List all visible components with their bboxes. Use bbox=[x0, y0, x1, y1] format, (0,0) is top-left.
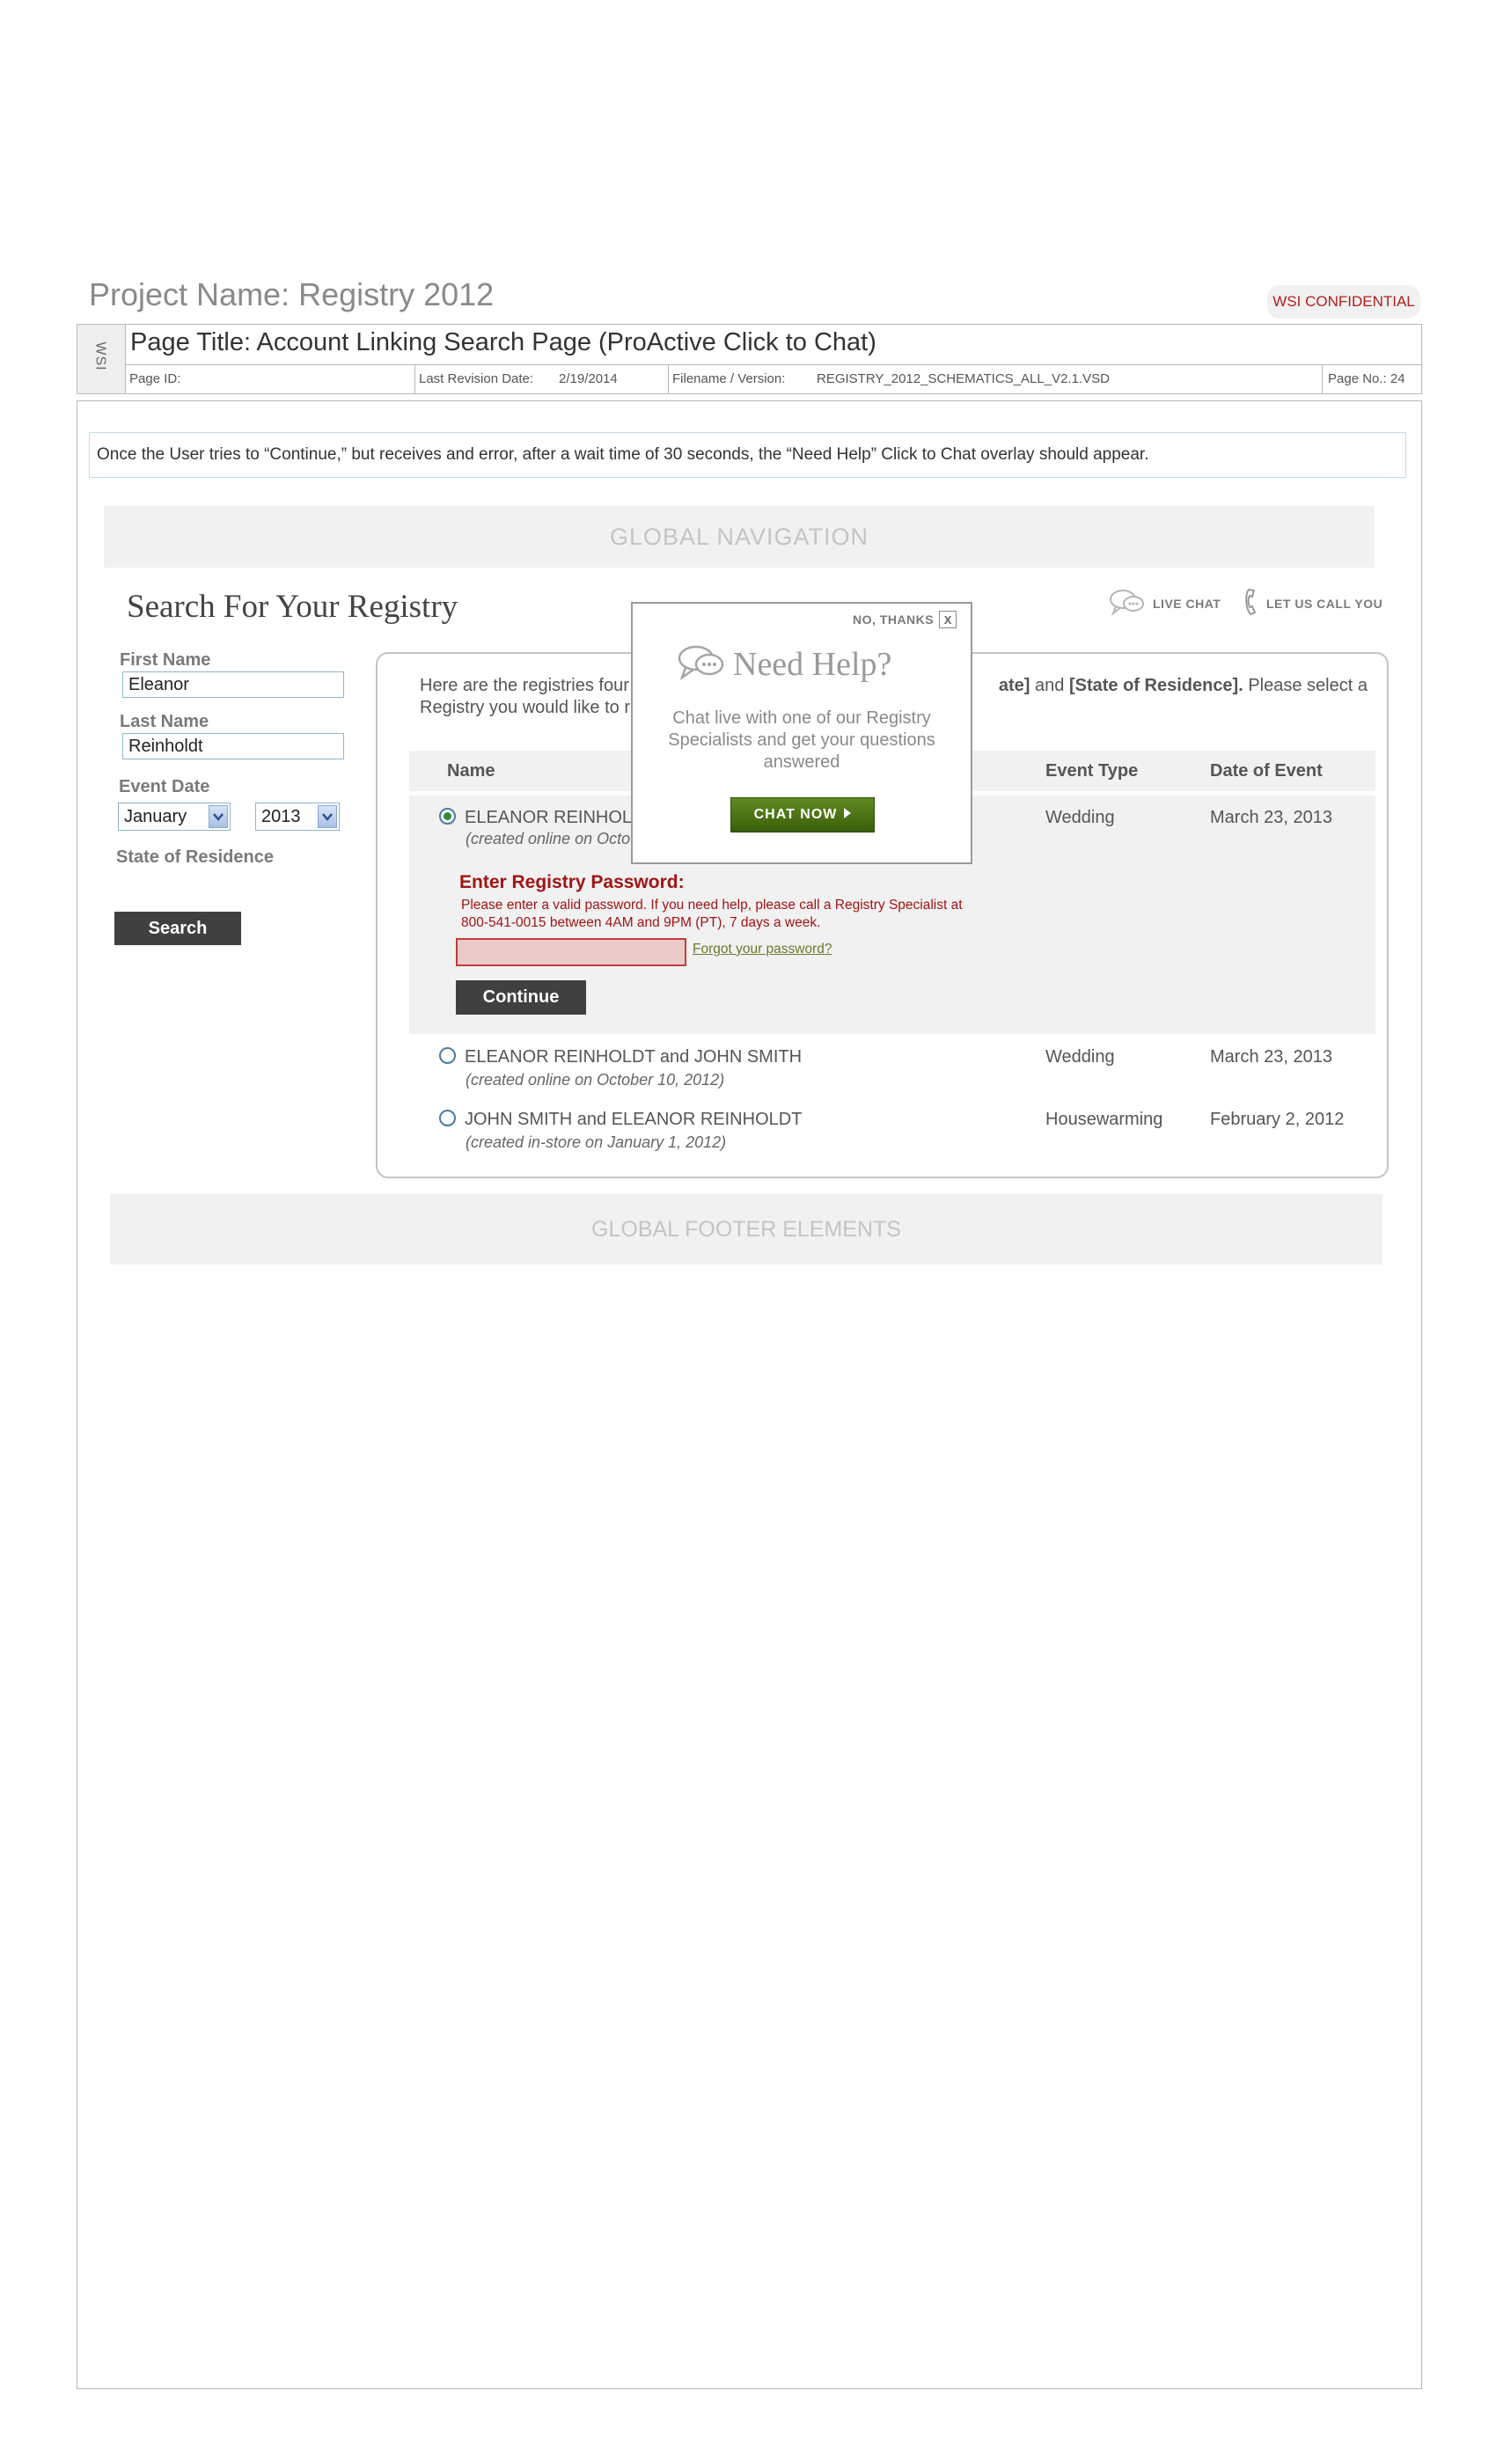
live-chat-link[interactable]: LIVE CHAT bbox=[1109, 588, 1221, 620]
event-date-3: February 2, 2012 bbox=[1210, 1110, 1345, 1129]
meta-divider bbox=[1322, 365, 1323, 393]
chevron-down-icon[interactable] bbox=[209, 805, 228, 828]
wsi-label: WSI bbox=[92, 341, 108, 371]
play-arrow-icon bbox=[844, 807, 852, 823]
intro-end: Please select a bbox=[1243, 676, 1368, 695]
column-name: Name bbox=[447, 761, 495, 781]
need-help-heading: Need Help? bbox=[677, 642, 891, 686]
registry-name-3: JOHN SMITH and ELEANOR REINHOLDT bbox=[465, 1110, 803, 1129]
event-type-1: Wedding bbox=[1045, 808, 1115, 827]
registry-sub-1: (created online on Octo bbox=[466, 830, 631, 847]
month-select[interactable]: January bbox=[118, 803, 231, 831]
filename-label: Filename / Version: bbox=[672, 371, 786, 386]
chat-bubble-icon bbox=[1109, 587, 1148, 621]
last-name-label: Last Name bbox=[120, 712, 209, 731]
first-name-label: First Name bbox=[120, 650, 211, 670]
page-title: Page Title: Account Linking Search Page … bbox=[130, 328, 876, 356]
intro-line-2: Registry you would like to r bbox=[420, 698, 630, 717]
chevron-down-icon[interactable] bbox=[318, 805, 337, 828]
phone-icon bbox=[1243, 587, 1261, 621]
event-type-3: Housewarming bbox=[1045, 1110, 1163, 1129]
last-name-input[interactable]: Reinholdt bbox=[122, 733, 344, 759]
call-you-label: LET US CALL YOU bbox=[1266, 597, 1383, 611]
close-icon[interactable]: X bbox=[939, 611, 957, 628]
registry-radio-3[interactable] bbox=[439, 1110, 456, 1126]
continue-button[interactable]: Continue bbox=[456, 980, 586, 1015]
column-event-type: Event Type bbox=[1045, 761, 1139, 781]
intro-and: and bbox=[1030, 676, 1069, 695]
intro-bold-date: ate] bbox=[998, 676, 1030, 695]
column-date-of-event: Date of Event bbox=[1210, 761, 1323, 781]
registry-name-1: ELEANOR REINHOL bbox=[465, 808, 633, 827]
wsi-strip: WSI bbox=[77, 325, 126, 393]
event-date-label: Event Date bbox=[119, 777, 210, 796]
need-help-overlay: NO, THANKS X Need Help? Chat live with o… bbox=[631, 602, 972, 864]
year-select[interactable]: 2013 bbox=[255, 803, 340, 831]
chat-now-button[interactable]: CHAT NOW bbox=[730, 797, 875, 832]
password-error-message: Please enter a valid password. If you ne… bbox=[461, 898, 963, 930]
intro-text: Here are the registries four bbox=[420, 676, 629, 695]
registry-sub-2: (created online on October 10, 2012) bbox=[466, 1071, 725, 1089]
intro-bold-state: [State of Residence]. bbox=[1068, 676, 1243, 695]
project-title: Project Name: Registry 2012 bbox=[89, 276, 495, 312]
live-chat-label: LIVE CHAT bbox=[1153, 597, 1221, 611]
search-heading: Search For Your Registry bbox=[127, 589, 458, 625]
confidential-badge: WSI CONFIDENTIAL bbox=[1267, 285, 1420, 319]
event-date-1: March 23, 2013 bbox=[1210, 808, 1332, 827]
annotation-note: Once the User tries to “Continue,” but r… bbox=[89, 432, 1406, 478]
event-date-2: March 23, 2013 bbox=[1210, 1047, 1332, 1067]
password-title: Enter Registry Password: bbox=[459, 872, 685, 892]
meta-row: Page ID: Last Revision Date: 2/19/2014 F… bbox=[126, 364, 1422, 393]
revision-date: 2/19/2014 bbox=[559, 371, 618, 386]
chat-bubble-icon bbox=[677, 642, 728, 686]
first-name-input[interactable]: Eleanor bbox=[122, 671, 344, 698]
need-help-title: Need Help? bbox=[733, 645, 892, 683]
year-select-value: 2013 bbox=[261, 806, 301, 826]
annotation-note-text: Once the User tries to “Continue,” but r… bbox=[97, 445, 1149, 464]
registry-radio-2[interactable] bbox=[439, 1047, 456, 1064]
month-select-value: January bbox=[124, 806, 187, 826]
radio-selected-dot bbox=[444, 812, 451, 820]
page-number: Page No.: 24 bbox=[1328, 371, 1405, 386]
registry-radio-1[interactable] bbox=[439, 808, 456, 825]
forgot-password-link[interactable]: Forgot your password? bbox=[693, 942, 832, 957]
registry-name-2: ELEANOR REINHOLDT and JOHN SMITH bbox=[465, 1047, 803, 1067]
global-footer: GLOBAL FOOTER ELEMENTS bbox=[110, 1194, 1382, 1265]
no-thanks-label: NO, THANKS bbox=[853, 612, 935, 627]
global-navigation: GLOBAL NAVIGATION bbox=[104, 506, 1375, 568]
search-button[interactable]: Search bbox=[114, 912, 241, 945]
page-id-label: Page ID: bbox=[129, 371, 181, 386]
password-input[interactable] bbox=[456, 938, 686, 966]
title-block: WSI Page Title: Account Linking Search P… bbox=[77, 324, 1422, 394]
event-type-2: Wedding bbox=[1045, 1047, 1115, 1067]
chat-now-label: CHAT NOW bbox=[753, 807, 838, 822]
revision-label: Last Revision Date: bbox=[419, 371, 534, 386]
no-thanks-button[interactable]: NO, THANKS X bbox=[853, 611, 957, 628]
call-you-link[interactable]: LET US CALL YOU bbox=[1243, 588, 1382, 620]
filename-value: REGISTRY_2012_SCHEMATICS_ALL_V2.1.VSD bbox=[817, 371, 1110, 386]
registry-sub-3: (created in-store on January 1, 2012) bbox=[466, 1133, 727, 1151]
need-help-copy: Chat live with one of our Registry Speci… bbox=[668, 708, 935, 772]
state-of-residence-label: State of Residence bbox=[116, 847, 274, 867]
